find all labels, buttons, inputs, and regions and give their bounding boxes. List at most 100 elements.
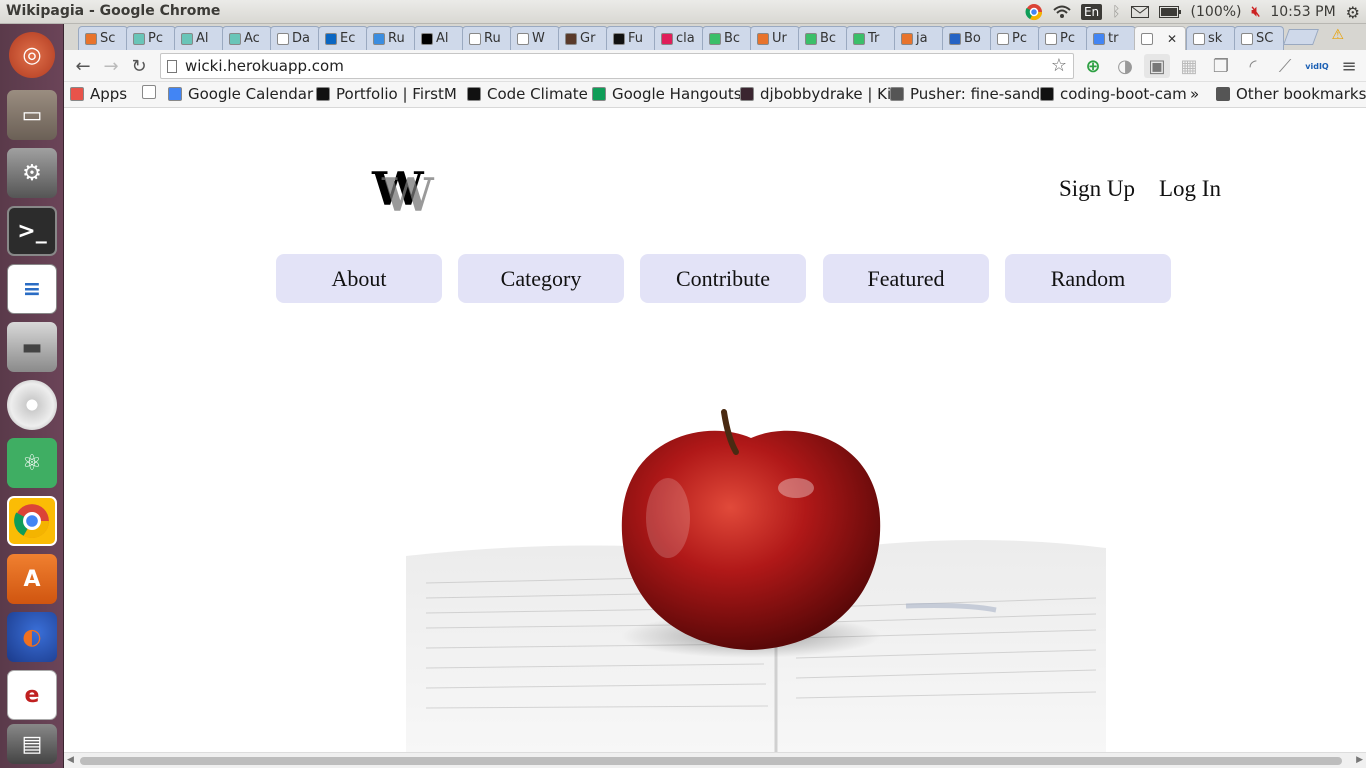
tab[interactable]: Ac (222, 26, 272, 50)
back-button[interactable]: ← (70, 54, 96, 78)
ubuntu-dash-icon[interactable]: ◎ (9, 32, 55, 78)
bookmark-favicon-icon (592, 87, 606, 101)
keyboard-lang-indicator[interactable]: En (1080, 4, 1103, 20)
system-settings-icon[interactable]: ⚙ (7, 148, 57, 198)
scroll-right-arrow[interactable]: ▶ (1356, 755, 1363, 765)
tab[interactable]: SC (1234, 26, 1284, 50)
libreoffice-writer-icon[interactable]: ≡ (7, 264, 57, 314)
bookmark-item[interactable]: Code Climate (467, 85, 588, 103)
nav-category-button[interactable]: Category (458, 254, 624, 303)
tab[interactable]: Bo (942, 26, 992, 50)
tab[interactable]: Ur (750, 26, 800, 50)
tab-label: W (532, 31, 545, 46)
forward-button[interactable]: → (98, 54, 124, 78)
horizontal-scrollbar[interactable]: ◀ ▶ (64, 752, 1366, 768)
nav-contribute-button[interactable]: Contribute (640, 254, 806, 303)
tab-close-icon[interactable]: ✕ (1167, 32, 1177, 46)
extension-4-icon[interactable]: ❐ (1208, 54, 1234, 78)
scrollbar-thumb[interactable] (80, 757, 1342, 765)
dvd-icon[interactable] (7, 380, 57, 430)
nav-featured-button[interactable]: Featured (823, 254, 989, 303)
bookmark-item[interactable] (142, 85, 156, 99)
tab[interactable]: Fu (606, 26, 656, 50)
page-icon (167, 60, 177, 73)
tab[interactable]: Ru (462, 26, 512, 50)
wifi-icon[interactable] (1053, 5, 1071, 19)
menu-icon[interactable]: ≡ (1336, 54, 1362, 78)
extension-5-icon[interactable]: ⟋ (1272, 54, 1298, 78)
mail-icon[interactable] (1130, 6, 1149, 18)
extension-2-icon[interactable]: ▣ (1144, 54, 1170, 78)
star-icon[interactable]: ☆ (1051, 54, 1067, 78)
bookmark-item[interactable]: Google Hangouts (592, 85, 742, 103)
tab[interactable]: Pc (990, 26, 1040, 50)
tab[interactable]: Sc (78, 26, 128, 50)
bookmark-item[interactable]: djbobbydrake | Ki (740, 85, 891, 103)
files-icon[interactable]: ▭ (7, 90, 57, 140)
other-bookmarks-folder[interactable]: Other bookmarks (1216, 85, 1366, 103)
tab[interactable]: Al (414, 26, 464, 50)
reload-button[interactable]: ↻ (126, 54, 152, 78)
chrome-icon[interactable] (7, 496, 57, 546)
tab[interactable]: Bc (702, 26, 752, 50)
trash-icon[interactable]: ▤ (7, 724, 57, 764)
bookmark-item[interactable]: Portfolio | FirstM (316, 85, 457, 103)
bookmark-label: Portfolio | FirstM (336, 85, 457, 103)
new-tab-button[interactable] (1283, 29, 1319, 45)
tab-favicon-icon (517, 32, 529, 45)
extension-add-icon[interactable]: ⊕ (1080, 54, 1106, 78)
tab-active[interactable]: ✕ (1134, 26, 1186, 50)
document-viewer-icon[interactable]: e (7, 670, 57, 720)
terminal-icon[interactable]: >_ (7, 206, 57, 256)
bookmark-favicon-icon (70, 87, 84, 101)
bookmark-item[interactable]: Apps (70, 85, 127, 103)
address-bar[interactable]: wicki.herokuapp.com ☆ (160, 53, 1074, 79)
tab-label: ja (916, 31, 928, 46)
tab[interactable]: Ru (366, 26, 416, 50)
signup-link[interactable]: Sign Up (1059, 176, 1135, 202)
tab-label: Fu (628, 31, 644, 46)
software-center-icon[interactable]: A (7, 554, 57, 604)
login-link[interactable]: Log In (1159, 176, 1221, 202)
site-logo[interactable]: W W (372, 162, 434, 222)
bookmark-item[interactable]: Google Calendar (168, 85, 313, 103)
battery-icon[interactable] (1158, 6, 1181, 18)
atom-editor-icon[interactable]: ⚛ (7, 438, 57, 488)
chrome-tray-icon[interactable] (1025, 3, 1043, 21)
firefox-icon[interactable]: ◐ (7, 612, 57, 662)
hero-apple-on-book-image (406, 408, 1106, 752)
extension-3-icon[interactable]: ▦ (1176, 54, 1202, 78)
vidiq-icon[interactable]: vidIQ (1304, 54, 1330, 78)
tab[interactable]: Da (270, 26, 320, 50)
tab[interactable]: Pc (126, 26, 176, 50)
more-bookmarks-button[interactable]: » (1190, 85, 1199, 103)
tab[interactable]: Al (174, 26, 224, 50)
tab[interactable]: Gr (558, 26, 608, 50)
tab[interactable]: cla (654, 26, 704, 50)
tab[interactable]: W (510, 26, 560, 50)
tab[interactable]: Pc (1038, 26, 1088, 50)
bluetooth-icon[interactable]: ᛒ (1112, 4, 1120, 20)
tab[interactable]: tr (1086, 26, 1136, 50)
tab-favicon-icon (277, 32, 289, 45)
gear-icon[interactable]: ⚙ (1346, 3, 1360, 22)
extension-1-icon[interactable]: ◑ (1112, 54, 1138, 78)
battery-percent: (100%) (1190, 4, 1242, 20)
tab[interactable]: Ec (318, 26, 368, 50)
nav-about-button[interactable]: About (276, 254, 442, 303)
scroll-left-arrow[interactable]: ◀ (67, 755, 74, 765)
bookmark-item[interactable]: coding-boot-cam (1040, 85, 1187, 103)
clock[interactable]: 10:53 PM (1270, 4, 1335, 20)
bookmark-favicon-icon (890, 87, 904, 101)
volume-muted-icon[interactable]: 🔇︎ (1252, 4, 1261, 20)
warning-icon[interactable]: ⚠ (1331, 27, 1344, 43)
tab[interactable]: ja (894, 26, 944, 50)
bookmark-favicon-icon (467, 87, 481, 101)
disk-icon[interactable]: ▬ (7, 322, 57, 372)
tab[interactable]: Tr (846, 26, 896, 50)
nav-random-button[interactable]: Random (1005, 254, 1171, 303)
bookmark-item[interactable]: Pusher: fine-sand (890, 85, 1040, 103)
tab[interactable]: Bc (798, 26, 848, 50)
rss-icon[interactable]: ◜ (1240, 54, 1266, 78)
tab[interactable]: sk (1186, 26, 1236, 50)
